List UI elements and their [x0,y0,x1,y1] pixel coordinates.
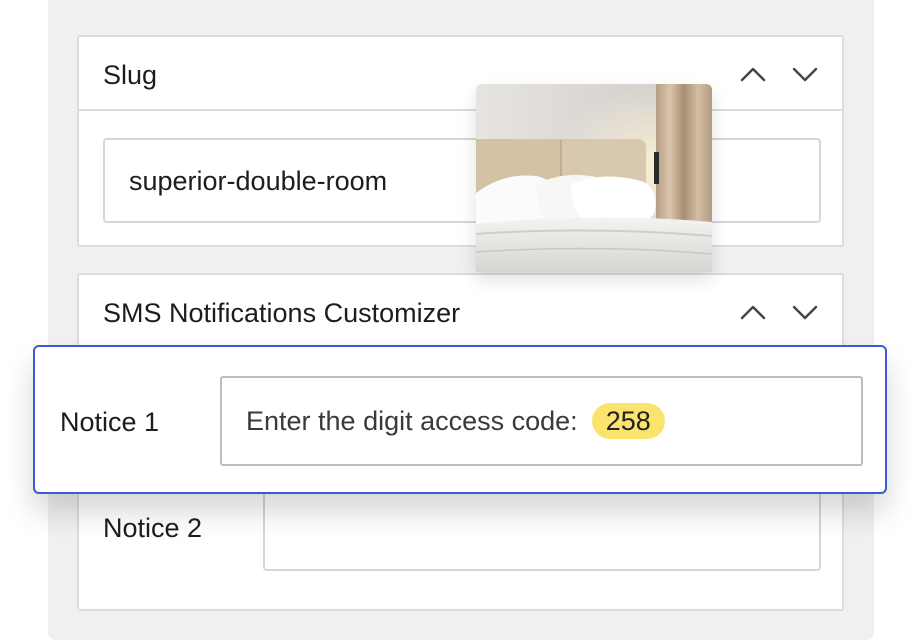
chevron-down-icon [792,67,818,82]
sms-panel-header[interactable]: SMS Notifications Customizer [79,275,842,349]
chevron-up-icon [740,67,766,82]
sms-panel-title: SMS Notifications Customizer [103,298,461,328]
slug-panel-title: Slug [103,60,158,90]
notice-1-text: Enter the digit access code: [246,405,578,436]
access-code-badge: 258 [591,403,665,439]
move-down-button[interactable] [788,295,822,329]
chevron-up-icon [740,305,766,320]
slug-panel: Slug superior-double-room [77,35,844,247]
slug-panel-header[interactable]: Slug [79,37,842,111]
move-up-button[interactable] [736,57,770,91]
move-up-button[interactable] [736,295,770,329]
move-down-button[interactable] [788,57,822,91]
chevron-down-icon [792,305,818,320]
notice-2-label: Notice 2 [103,513,203,543]
notice-2-input[interactable] [263,491,821,571]
notice-1-input[interactable]: Enter the digit access code: 258 [220,376,863,466]
bed-photo-graphic [476,84,712,272]
notice-1-row-highlight: Notice 1 Enter the digit access code: 25… [33,345,887,494]
notice-1-label: Notice 1 [60,407,160,437]
slug-input[interactable]: superior-double-room [103,138,821,223]
hotel-bed-image [476,84,712,272]
